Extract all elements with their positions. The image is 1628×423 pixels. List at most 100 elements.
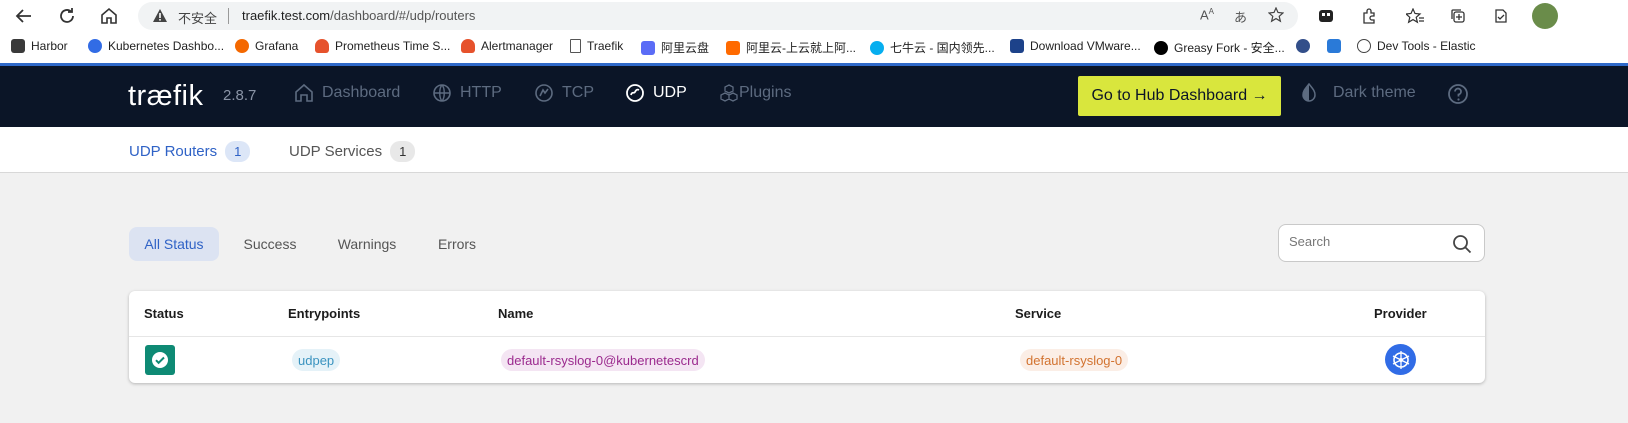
grid-icon [1327,39,1341,53]
nav-plugins-label: Plugins [739,84,792,101]
gear-icon [1357,39,1371,53]
translate-icon[interactable]: あ [1234,7,1247,26]
traefik-logo[interactable]: træfik [128,80,204,113]
address-divider [228,8,229,24]
bookmark-label: 阿里云盘 [661,41,710,55]
hub-dashboard-button[interactable]: Go to Hub Dashboard → [1078,76,1281,116]
nav-plugins[interactable]: Plugins [719,83,791,103]
nav-udp[interactable]: UDP [625,83,687,103]
routers-count-badge: 1 [225,141,251,162]
filter-all-status[interactable]: All Status [129,227,219,261]
udp-icon [626,84,644,102]
contrast-icon [1302,83,1316,102]
bookmark-vmware[interactable]: Download VMware... [1010,39,1141,53]
bookmark-traefik[interactable]: Traefik [570,39,623,53]
bookmark-label: Kubernetes Dashbo... [108,39,225,53]
bookmark-unnamed-2[interactable] [1327,39,1347,53]
sub-navigation: UDP Routers 1 UDP Services 1 [0,127,1628,173]
column-header-entrypoints[interactable]: Entrypoints [288,306,360,321]
dark-theme-label: Dark theme [1333,84,1416,101]
nav-dashboard-label: Dashboard [322,84,401,101]
grafana-icon [235,39,249,53]
bookmark-label: Prometheus Time S... [335,39,451,53]
insecure-label: 不安全 [178,11,218,26]
greasyfork-icon [1154,40,1168,55]
bookmark-harbor[interactable]: Harbor [11,39,68,53]
collections-icon[interactable] [1446,4,1470,28]
back-icon[interactable] [11,3,37,29]
app-header: træfik 2.8.7 Dashboard HTTP TCP UDP Plug… [0,66,1628,127]
entrypoint-chip: udpep [292,349,341,371]
nav-tcp[interactable]: TCP [534,83,594,103]
bookmark-label: Harbor [31,39,68,53]
extension-app-icon[interactable] [1314,4,1338,28]
bookmark-label: Grafana [255,39,299,53]
aliyun-icon [726,40,740,55]
warning-icon [152,8,168,28]
tab-udp-services[interactable]: UDP Services 1 [289,141,416,162]
performance-icon[interactable] [1488,4,1512,28]
tab-udp-services-label: UDP Services [289,143,383,160]
bookmark-qiniu[interactable]: 七牛云 - 国内领先... [870,39,995,56]
filter-errors[interactable]: Errors [428,227,486,261]
qiniu-icon [870,40,884,55]
profile-avatar[interactable] [1532,3,1558,29]
bookmark-kubernetes[interactable]: Kubernetes Dashbo... [88,39,224,53]
column-header-provider[interactable]: Provider [1374,306,1427,321]
nav-tcp-label: TCP [562,84,594,101]
url-text: traefik.test.com/dashboard/#/udp/routers [242,8,475,23]
url-path: /dashboard/#/udp/routers [330,8,476,23]
bookmark-label: Alertmanager [481,39,554,53]
favorite-add-icon[interactable] [1267,6,1285,26]
tab-udp-routers-label: UDP Routers [129,143,218,160]
bookmark-label: 七牛云 - 国内领先... [890,41,995,55]
bookmark-prometheus[interactable]: Prometheus Time S... [315,39,450,53]
bookmark-label: Download VMware... [1030,39,1141,53]
service-chip[interactable]: default-rsyslog-0 [1020,349,1129,371]
vmware-icon [1010,39,1024,53]
header-divider [129,336,1485,337]
services-count-badge: 1 [390,141,416,162]
dark-theme-toggle[interactable]: Dark theme [1299,83,1416,103]
bookmark-aliyun[interactable]: 阿里云-上云就上阿... [726,39,856,56]
globe-icon [433,84,451,102]
bookmark-label: Traefik [587,39,624,53]
column-header-status[interactable]: Status [144,306,184,321]
bookmark-greasyfork[interactable]: Greasy Fork - 安全... [1154,39,1285,56]
column-header-name[interactable]: Name [498,306,533,321]
plugins-icon [720,84,738,102]
bookmark-label: 阿里云-上云就上阿... [746,41,856,55]
kubernetes-icon [1385,344,1416,375]
reload-icon[interactable] [54,3,80,29]
tab-udp-routers[interactable]: UDP Routers 1 [129,141,251,162]
bookmarks-bar: Harbor Kubernetes Dashbo... Grafana Prom… [0,31,1628,63]
nav-http-label: HTTP [460,84,502,101]
bookmark-aliyun-drive[interactable]: 阿里云盘 [641,39,709,56]
help-icon[interactable] [1447,83,1477,105]
address-bar[interactable]: 不安全 traefik.test.com/dashboard/#/udp/rou… [138,2,1298,30]
home-icon [295,83,313,102]
kubernetes-icon [88,39,102,53]
tcp-icon [535,84,553,102]
column-header-service[interactable]: Service [1015,306,1061,321]
prometheus-icon [315,39,329,53]
bookmark-grafana[interactable]: Grafana [235,39,298,53]
search-input[interactable] [1289,234,1449,249]
aliyun-drive-icon [641,40,655,55]
extensions-icon[interactable] [1357,4,1381,28]
filter-warnings[interactable]: Warnings [326,227,408,261]
filter-success[interactable]: Success [234,227,306,261]
read-aloud-icon[interactable]: AA [1200,7,1214,22]
bookmark-label: Greasy Fork - 安全... [1174,41,1285,55]
url-domain: traefik.test.com [242,8,331,23]
nav-dashboard[interactable]: Dashboard [294,83,400,103]
home-icon[interactable] [96,3,122,29]
bookmark-unnamed-1[interactable] [1296,39,1316,53]
favorites-icon[interactable] [1403,4,1427,28]
search-icon[interactable] [1452,234,1472,259]
bookmark-alertmanager[interactable]: Alertmanager [461,39,553,53]
browser-toolbar: 不安全 traefik.test.com/dashboard/#/udp/rou… [0,0,1628,31]
bookmark-elastic[interactable]: Dev Tools - Elastic [1357,39,1475,53]
routers-table: Status Entrypoints Name Service Provider… [129,291,1485,383]
nav-http[interactable]: HTTP [432,83,502,103]
